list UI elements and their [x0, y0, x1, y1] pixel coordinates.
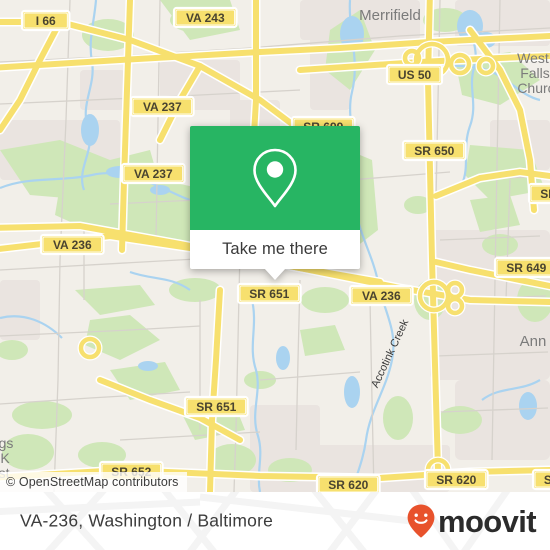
take-me-there-callout[interactable]: Take me there: [190, 126, 360, 280]
map-place-label: Churc: [517, 80, 550, 96]
road-shield: US 50: [385, 63, 444, 86]
road-shield: VA 237: [129, 95, 195, 118]
road-shield: SR 651: [183, 395, 249, 418]
road-shield: SR 650: [401, 139, 467, 162]
road-shield-label: SR 651: [196, 400, 236, 414]
map-place-label: gs: [0, 435, 13, 451]
road-shield: SR 649: [527, 182, 550, 205]
osm-attribution[interactable]: © OpenStreetMap contributors: [0, 472, 187, 492]
road-shield: SR 62: [531, 468, 550, 491]
moovit-pin-icon: [407, 504, 435, 538]
map-place-label: Merrifield: [359, 7, 421, 24]
callout-icon-panel: [190, 126, 360, 230]
road-shield-label: VA 243: [186, 11, 225, 25]
page-title: VA-236, Washington / Baltimore: [20, 510, 274, 531]
road-shield: VA 237: [120, 162, 186, 185]
road-shield: SR 620: [315, 473, 381, 492]
callout-action-panel[interactable]: Take me there: [190, 230, 360, 280]
road-shield-label: VA 236: [53, 238, 92, 252]
road-shield-label: VA 237: [134, 167, 173, 181]
road-shield: VA 243: [172, 6, 238, 29]
road-shield-label: SR 649: [540, 187, 550, 201]
map-place-label: Falls: [520, 65, 550, 81]
road-shield: SR 620: [423, 468, 489, 491]
road-shield-label: VA 236: [362, 289, 401, 303]
road-shield-label: VA 237: [143, 100, 182, 114]
road-shield: SR 651: [236, 282, 302, 305]
map-pin-icon: [253, 148, 297, 208]
road-shield: VA 236: [39, 233, 105, 256]
road-shield-label: SR 620: [328, 478, 368, 492]
road-shield-label: SR 650: [414, 144, 454, 158]
footer-bar: VA-236, Washington / Baltimore moovit: [0, 492, 550, 550]
road-shield-label: SR 62: [544, 473, 550, 487]
road-shield-label: SR 649: [506, 261, 546, 275]
road-shield-label: I 66: [36, 14, 56, 28]
moovit-wordmark: moovit: [437, 503, 537, 539]
road-shield-label: SR 620: [436, 473, 476, 487]
road-shield-label: SR 651: [249, 287, 289, 301]
moovit-logo[interactable]: moovit: [406, 503, 537, 539]
road-shield: SR 649: [493, 256, 550, 279]
map-place-label: K: [0, 450, 10, 466]
moovit-map-page: MerrifieldWestFallsChurcAnngsKst Accotin…: [0, 0, 550, 550]
road-shield: I 66: [20, 9, 71, 32]
map-place-label: Ann: [520, 333, 547, 350]
road-shield: VA 236: [348, 284, 414, 307]
callout-tail: [264, 268, 286, 280]
callout-action-label: Take me there: [222, 240, 328, 258]
map-place-label: West: [517, 50, 549, 66]
road-shield-label: US 50: [398, 68, 432, 82]
